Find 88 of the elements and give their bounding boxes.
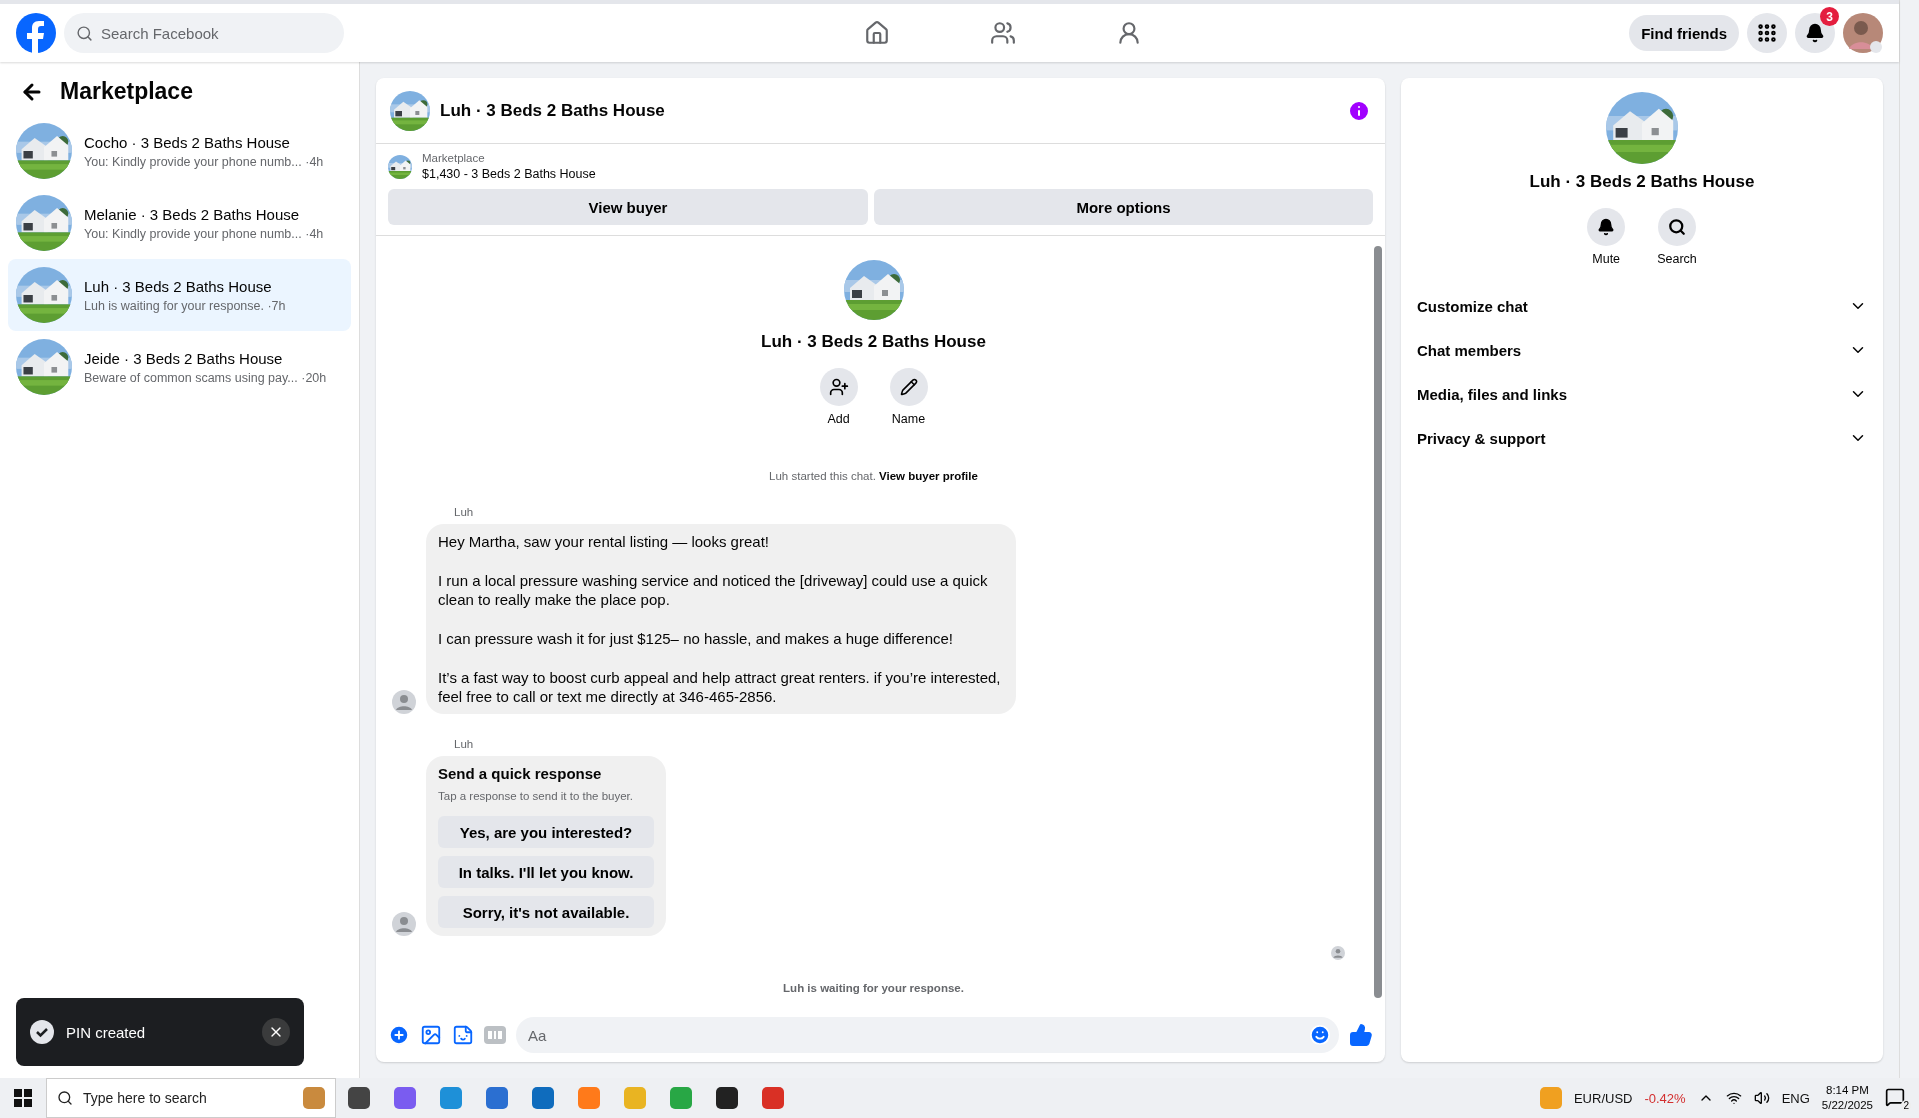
menu-button[interactable] — [1747, 13, 1787, 53]
details-section[interactable]: Chat members — [1417, 328, 1867, 372]
name-button[interactable] — [889, 368, 928, 406]
listing-title: $1,430 - 3 Beds 2 Baths House — [422, 167, 596, 181]
quick-response-button[interactable]: In talks. I'll let you know. — [438, 856, 654, 888]
notification-count: 2 — [1901, 1100, 1911, 1111]
listing-label: Marketplace — [422, 152, 486, 164]
conversation-preview: You: Kindly provide your phone numb... ·4h — [84, 154, 324, 169]
grid-icon — [1756, 22, 1778, 44]
profile-avatar[interactable] — [1843, 13, 1883, 53]
message-input[interactable]: Aa — [516, 1017, 1339, 1053]
profile-name: Luh · 3 Beds 2 Baths House — [761, 332, 986, 352]
page-title: Marketplace — [60, 78, 193, 105]
avatar-icon — [392, 912, 416, 936]
network-icon[interactable] — [1725, 1090, 1742, 1106]
emoji-icon[interactable] — [1309, 1024, 1331, 1046]
conversation-preview: Luh is waiting for your response. ·7h — [84, 298, 286, 313]
taskbar-app-icon[interactable] — [716, 1087, 738, 1109]
action-button[interactable]: More options — [873, 189, 1373, 225]
details-section[interactable]: Customize chat — [1417, 284, 1867, 328]
language-indicator[interactable]: ENG — [1781, 1090, 1810, 1106]
notifications-button[interactable] — [1795, 13, 1835, 53]
details-title: Luh · 3 Beds 2 Baths House — [1529, 172, 1755, 192]
find-friends-button[interactable]: Find friends — [1629, 15, 1739, 51]
conversation-preview: Beware of common scams using pay... ·20h — [84, 370, 327, 385]
close-button[interactable] — [262, 1018, 290, 1046]
search-button[interactable] — [1658, 208, 1696, 246]
add-person-icon — [828, 377, 849, 397]
home-icon[interactable] — [863, 20, 890, 46]
sender-name: Luh — [454, 738, 475, 750]
chat-started-note: Luh started this chat. View buyer profile — [768, 470, 979, 482]
conversation-preview: You: Kindly provide your phone numb... ·4h — [84, 226, 324, 241]
conversation-item[interactable]: Melanie · 3 Beds 2 Baths House You: Kindly provide your phone numb... ·4h — [8, 187, 351, 259]
search-field[interactable]: Search Facebook — [64, 13, 344, 53]
conversation-item[interactable]: Jeide · 3 Beds 2 Baths House Beware of common scams using pay... ·20h — [8, 331, 351, 403]
sticker-icon[interactable] — [452, 1024, 474, 1046]
pencil-icon — [899, 378, 918, 396]
action-label: Mute — [1592, 252, 1621, 266]
sender-name: Luh — [454, 506, 475, 518]
search-icon — [76, 24, 93, 42]
conversation-title: Luh · 3 Beds 2 Baths House — [84, 277, 273, 295]
message-text: I run a local pressure washing service and noticed the [driveway] could use a quick clean to really make the place pop. — [438, 571, 989, 609]
widget-icon — [303, 1087, 325, 1109]
bell-icon — [1597, 218, 1616, 236]
check-icon — [30, 1020, 54, 1044]
clock[interactable]: 8:14 PM 5/22/2025 — [1821, 1083, 1873, 1113]
action-label: Add — [827, 412, 850, 426]
view-buyer-profile-link[interactable]: View buyer profile — [879, 470, 978, 482]
search-icon — [1668, 218, 1686, 236]
conversation-title: Cocho · 3 Beds 2 Baths House — [84, 133, 291, 151]
conversation-item[interactable]: Cocho · 3 Beds 2 Baths House You: Kindly provide your phone numb... ·4h — [8, 115, 351, 187]
ticker-change: -0.42% — [1644, 1090, 1686, 1106]
bell-icon — [1805, 23, 1825, 43]
taskbar-app-icon[interactable] — [348, 1087, 370, 1109]
quick-response-hint: Tap a response to send it to the buyer. — [438, 789, 634, 804]
notification-badge: 3 — [1820, 7, 1839, 26]
message-text: I can pressure wash it for just $125– no hassle, and makes a huge difference! — [438, 629, 955, 648]
seen-avatar-icon — [1331, 946, 1345, 960]
action-label: Name — [891, 412, 926, 426]
quick-response-button[interactable]: Yes, are you interested? — [438, 816, 654, 848]
chat-title: Luh · 3 Beds 2 Baths House — [440, 100, 666, 121]
conversation-item[interactable]: Luh · 3 Beds 2 Baths House Luh is waiting for your response. ·7h — [8, 259, 351, 331]
quick-response-button[interactable]: Sorry, it's not available. — [438, 896, 654, 928]
quick-response-title: Send a quick response — [438, 764, 603, 783]
details-section[interactable]: Media, files and links — [1417, 372, 1867, 416]
action-label: Search — [1657, 252, 1697, 266]
mute-button[interactable] — [1587, 208, 1626, 246]
details-section[interactable]: Privacy & support — [1417, 416, 1867, 460]
taskbar-search-field[interactable]: Type here to search — [46, 1078, 336, 1118]
conversation-title: Melanie · 3 Beds 2 Baths House — [84, 205, 301, 223]
avatar-icon — [392, 690, 416, 714]
toast-text: PIN created — [66, 1023, 147, 1041]
search-icon — [57, 1090, 73, 1106]
volume-icon[interactable] — [1753, 1090, 1770, 1106]
message-text: Hey Martha, saw your rental listing — looks great! — [438, 532, 770, 551]
ticker-icon — [1539, 1087, 1562, 1109]
add-button[interactable] — [819, 368, 858, 406]
notification-center-icon[interactable] — [1885, 1087, 1905, 1107]
conversation-title: Jeide · 3 Beds 2 Baths House — [84, 349, 284, 367]
facebook-logo-icon[interactable] — [16, 13, 56, 53]
image-icon[interactable] — [420, 1024, 442, 1046]
like-icon[interactable] — [1349, 1023, 1373, 1047]
status-text: Luh is waiting for your response. — [782, 982, 965, 994]
people-icon[interactable] — [989, 20, 1016, 46]
plus-icon[interactable] — [388, 1024, 410, 1046]
message-text: It’s a fast way to boost curb appeal and help attract great renters. if you’re interested, feel free to call or text me directly at 346-465-2856. — [438, 668, 1002, 706]
action-button[interactable]: View buyer — [388, 189, 868, 225]
ticker-pair: EUR/USD — [1573, 1090, 1633, 1106]
